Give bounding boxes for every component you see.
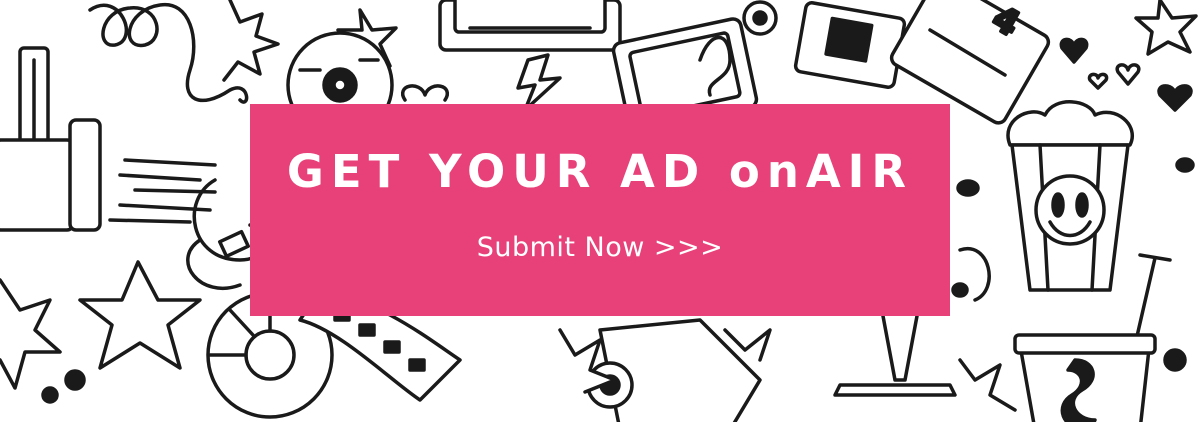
star-icon (0, 260, 202, 404)
cta-panel: GET YOUR AD onAIR Submit Now >>> (250, 104, 950, 316)
camera-icon (558, 318, 772, 422)
spotlight-icon (0, 46, 217, 232)
headline: GET YOUR AD onAIR (286, 145, 914, 198)
lightning-icon (516, 53, 562, 112)
popcorn-icon (1006, 100, 1134, 292)
submit-now-link[interactable]: Submit Now >>> (477, 232, 724, 263)
bow-icon (401, 84, 449, 102)
star-icon (1134, 0, 1198, 56)
squiggle-icon (88, 2, 249, 104)
ad-banner: 4 GET YOUR AD onAIR Submit Now >>> (0, 0, 1200, 422)
heart-icon (1059, 37, 1193, 112)
clapperboard-icon (438, 0, 622, 52)
